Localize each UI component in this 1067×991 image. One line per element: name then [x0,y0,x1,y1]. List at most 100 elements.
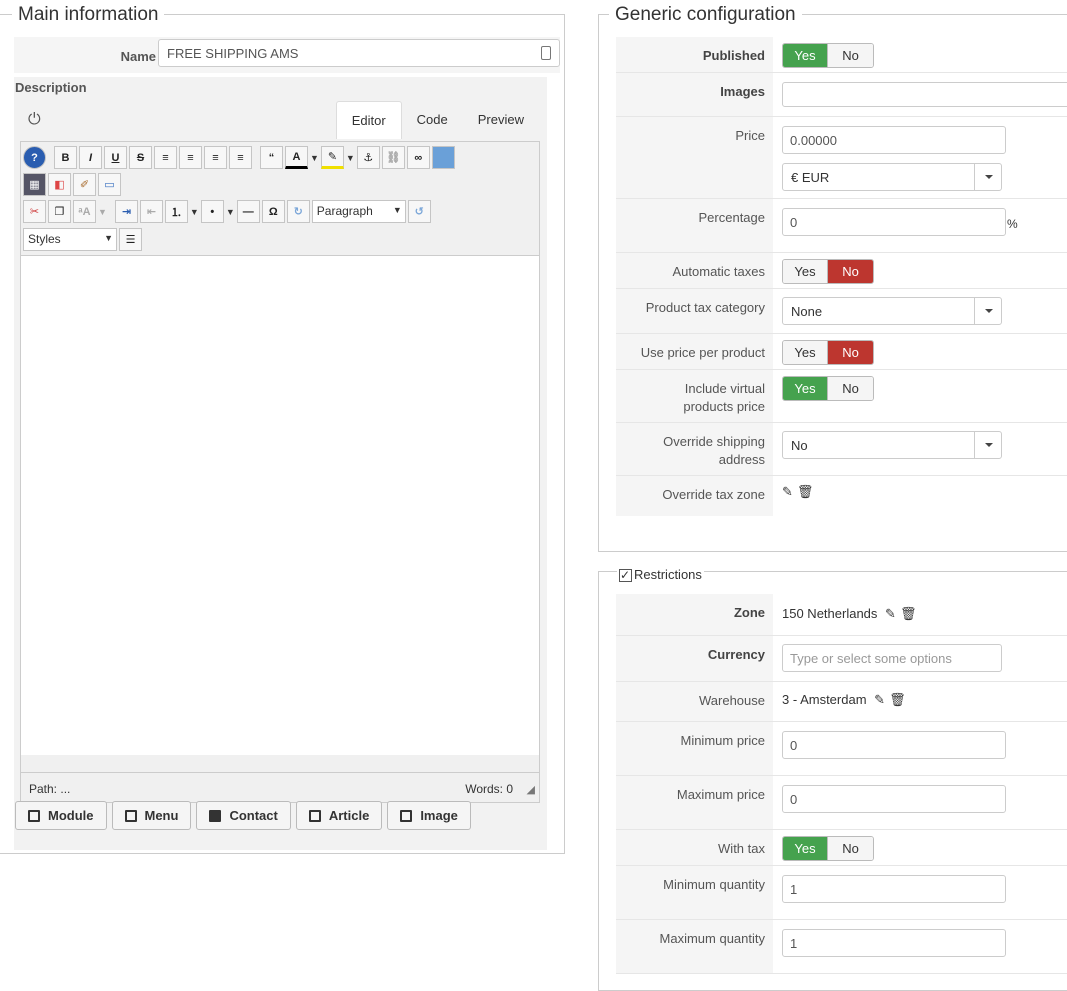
row-minimum-price: Minimum price 0 [616,722,1067,776]
maximum-price-input[interactable]: 0 [782,785,1006,813]
menu-button[interactable]: Menu [111,801,192,830]
special-char-icon[interactable]: Ω [261,200,285,223]
published-yes[interactable]: Yes [783,44,828,67]
use-price-per-product-yes[interactable]: Yes [783,341,828,364]
ordered-list-dropdown-icon[interactable]: ▼ [190,207,199,217]
name-input[interactable]: FREE SHIPPING AMS [158,39,560,67]
description-label: Description [15,80,87,95]
published-no[interactable]: No [828,44,873,67]
with-tax-toggle[interactable]: Yes No [782,836,874,861]
pencil-icon[interactable]: ✎ [782,484,793,500]
include-virtual-label: Include virtual products price [616,370,773,422]
align-right-icon[interactable]: ≡ [229,146,252,169]
images-field[interactable] [782,82,1067,107]
published-toggle[interactable]: Yes No [782,43,874,68]
outdent-icon[interactable]: ⇤ [139,200,163,223]
trash-icon[interactable]: 🗑 [797,484,814,500]
indent-icon[interactable]: ⇥ [114,200,138,223]
unlink-icon[interactable]: ⛓ [381,146,405,169]
format-select[interactable]: Paragraph ▼ [311,200,406,223]
document-icon [28,809,40,822]
paste-dropdown-icon[interactable]: ▼ [98,207,107,217]
row-override-tax-zone: Override tax zone ✎ 🗑 [616,476,1067,516]
align-left-icon[interactable]: ≡ [204,146,227,169]
tab-preview[interactable]: Preview [463,101,539,139]
share-icon [124,809,137,822]
text-color-icon[interactable]: A [285,146,308,169]
align-justify-icon[interactable]: ≡ [154,146,177,169]
product-tax-category-value: None [791,304,823,319]
align-center-icon[interactable]: ≡ [179,146,202,169]
redo-icon[interactable]: ↻ [286,200,310,223]
anchor-icon[interactable]: ⚓ [356,146,380,169]
blockquote-icon[interactable]: “ [260,146,283,169]
published-label: Published [616,37,773,72]
pencil-icon[interactable]: ✎ [874,692,885,708]
insert-image-icon[interactable] [431,146,455,169]
paste-icon[interactable]: ᵃA [73,200,96,223]
maximum-quantity-input[interactable]: 1 [782,929,1006,957]
automatic-taxes-no[interactable]: No [828,260,873,283]
styles-select[interactable]: Styles ▼ [23,228,117,251]
contact-button[interactable]: Contact [196,801,291,830]
row-automatic-taxes: Automatic taxes Yes No [616,253,1067,289]
copy-icon[interactable]: ❐ [48,200,71,223]
editor-content-area[interactable] [21,255,539,755]
minimum-price-input[interactable]: 0 [782,731,1006,759]
currency-multiselect[interactable]: Type or select some options [782,644,1002,672]
row-warehouse: Warehouse 3 - Amsterdam ✎ 🗑 [616,682,1067,722]
ordered-list-icon[interactable]: ⒈ [164,200,188,223]
automatic-taxes-yes[interactable]: Yes [783,260,828,283]
highlight-dropdown-icon[interactable]: ▼ [346,153,355,163]
automatic-taxes-toggle[interactable]: Yes No [782,259,874,284]
horizontal-layer-icon[interactable]: ▭ [98,173,121,196]
percentage-input[interactable]: 0 [782,208,1006,236]
tab-editor[interactable]: Editor [335,101,402,139]
currency-select[interactable]: € EUR [782,163,1002,191]
price-input[interactable]: 0.00000 [782,126,1006,154]
include-virtual-no[interactable]: No [828,377,873,400]
chevron-down-icon: ▼ [104,233,113,243]
highlight-color-icon[interactable]: ✎ [320,146,344,169]
override-shipping-select[interactable]: No [782,431,1002,459]
help-icon[interactable]: ? [23,146,46,169]
use-price-per-product-no[interactable]: No [828,341,873,364]
use-price-per-product-toggle[interactable]: Yes No [782,340,874,365]
strikethrough-icon[interactable]: S [129,146,152,169]
include-virtual-yes[interactable]: Yes [783,377,828,400]
tab-code[interactable]: Code [402,101,463,139]
bullet-list-icon[interactable]: • [200,200,224,223]
bullet-list-dropdown-icon[interactable]: ▼ [226,207,235,217]
visual-aid-icon[interactable]: ☰ [119,228,142,251]
with-tax-label: With tax [616,830,773,865]
with-tax-no[interactable]: No [828,837,873,860]
power-toggle-icon[interactable]: ⏻ [28,111,41,129]
undo-icon[interactable]: ↺ [407,200,431,223]
italic-icon[interactable]: I [79,146,102,169]
trash-icon[interactable]: 🗑 [889,692,906,708]
minimum-price-label: Minimum price [616,722,773,775]
article-button[interactable]: Article [295,801,383,830]
bold-icon[interactable]: B [54,146,77,169]
trash-icon[interactable]: 🗑 [900,606,917,622]
module-button[interactable]: Module [15,801,107,830]
minimum-quantity-input[interactable]: 1 [782,875,1006,903]
text-color-dropdown-icon[interactable]: ▼ [310,153,319,163]
product-tax-category-select[interactable]: None [782,297,1002,325]
include-virtual-toggle[interactable]: Yes No [782,376,874,401]
horizontal-rule-icon[interactable]: — [236,200,260,223]
link-icon[interactable]: ∞ [406,146,430,169]
cut-icon[interactable]: ✂ [23,200,46,223]
eraser-icon[interactable]: ◧ [48,173,71,196]
with-tax-yes[interactable]: Yes [783,837,828,860]
cleanup-brush-icon[interactable]: ✐ [73,173,96,196]
image-button[interactable]: Image [387,801,471,830]
media-icon[interactable]: ▦ [23,173,46,196]
pencil-icon[interactable]: ✎ [885,606,896,622]
underline-icon[interactable]: U [104,146,127,169]
resize-handle-icon[interactable]: ◢ [527,783,535,796]
chevron-down-icon [974,432,1001,458]
restrictions-checkbox[interactable]: ✓ [619,568,632,582]
row-zone: Zone 150 Netherlands ✎ 🗑 [616,594,1067,636]
zone-label: Zone [616,594,773,635]
